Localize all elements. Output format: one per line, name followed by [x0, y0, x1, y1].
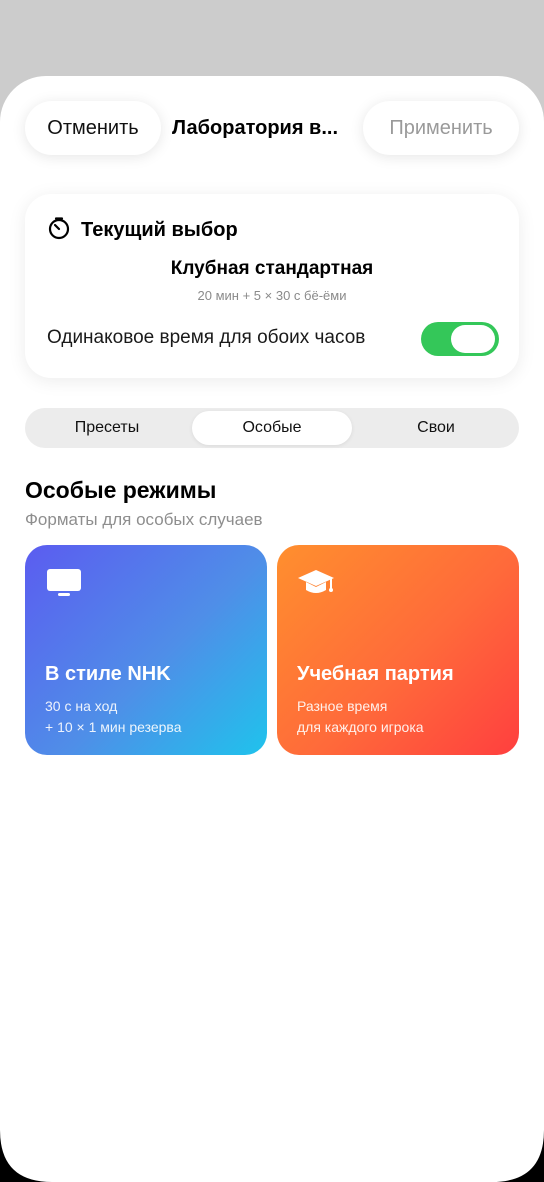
mode-card-nhk[interactable]: В стиле NHK 30 с на ход + 10 × 1 мин рез…: [25, 545, 267, 755]
bottom-sheet: Отменить Лаборатория в... Применить Теку…: [0, 76, 544, 1182]
current-selection-card: Текущий выбор Клубная стандартная 20 мин…: [25, 194, 519, 378]
section-title: Особые режимы: [25, 477, 217, 503]
current-preset-name: Клубная стандартная: [170, 258, 374, 279]
current-preset-details: 20 мин + 5 × 30 с бё-ёми: [197, 288, 347, 303]
mode-description-line: Разное время: [297, 698, 388, 714]
mode-title: В стиле NHK: [45, 663, 171, 685]
tv-icon: [45, 567, 83, 599]
sheet-title: Лаборатория в...: [172, 116, 339, 139]
toggle-knob: [451, 325, 495, 353]
timer-icon: [47, 216, 71, 245]
tab-special[interactable]: Особые: [192, 411, 352, 445]
same-time-label: Одинаковое время для обоих часов: [47, 327, 366, 348]
sheet-header: Отменить Лаборатория в... Применить: [0, 101, 544, 157]
mode-title: Учебная партия: [297, 663, 454, 685]
mode-description-line: 30 с на ход: [45, 698, 118, 714]
cancel-button[interactable]: Отменить: [25, 101, 161, 155]
current-selection-header: Текущий выбор: [47, 216, 238, 245]
mode-card-study[interactable]: Учебная партия Разное время для каждого …: [277, 545, 519, 755]
apply-button[interactable]: Применить: [363, 101, 519, 155]
current-selection-heading: Текущий выбор: [81, 219, 238, 241]
graduation-cap-icon: [297, 567, 335, 599]
tab-presets[interactable]: Пресеты: [27, 411, 187, 445]
preset-tabs: Пресеты Особые Свои: [25, 408, 519, 448]
section-subtitle: Форматы для особых случаев: [25, 510, 263, 529]
mode-description-line: для каждого игрока: [297, 719, 424, 735]
tab-custom[interactable]: Свои: [356, 411, 516, 445]
same-time-toggle[interactable]: [421, 322, 499, 356]
mode-description-line: + 10 × 1 мин резерва: [45, 719, 182, 735]
